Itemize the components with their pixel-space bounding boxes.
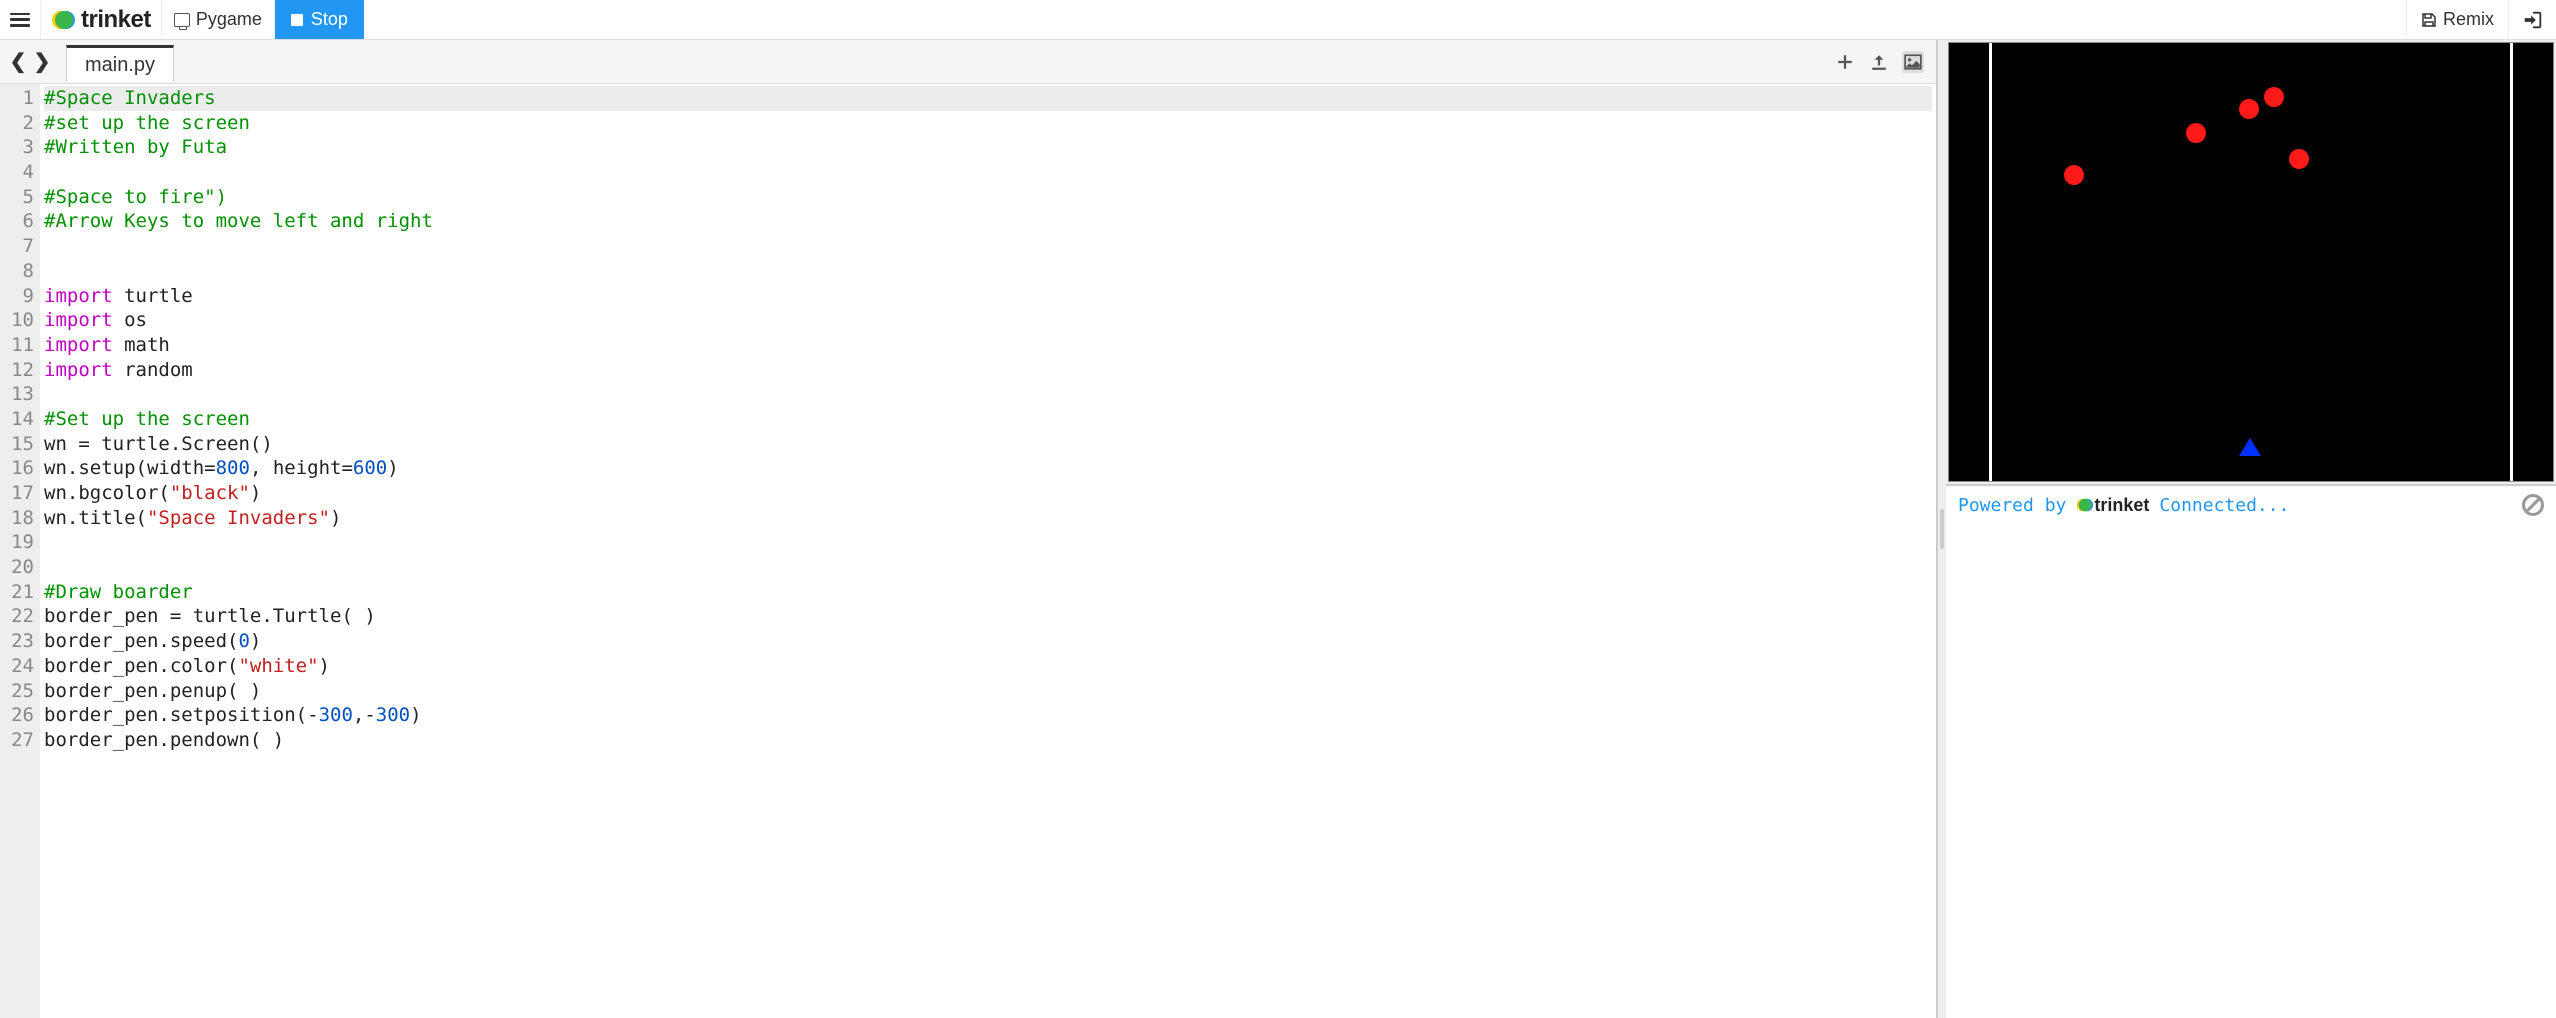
image-library-button[interactable] <box>1902 51 1924 73</box>
nav-back-button[interactable]: ❮ <box>6 50 30 74</box>
enemy <box>2064 165 2084 185</box>
code-line[interactable]: import os <box>44 308 1932 333</box>
nav-forward-button[interactable]: ❯ <box>30 50 54 74</box>
code-line[interactable]: border_pen.color("white") <box>44 654 1932 679</box>
code-line[interactable]: border_pen.penup( ) <box>44 679 1932 704</box>
code-line[interactable]: #Written by Futa <box>44 135 1932 160</box>
code-line[interactable] <box>44 530 1932 555</box>
code-line[interactable] <box>44 160 1932 185</box>
code-line[interactable]: border_pen.setposition(-300,-300) <box>44 703 1932 728</box>
code-line[interactable]: #Space to fire") <box>44 185 1932 210</box>
monitor-icon <box>174 13 190 27</box>
add-file-button[interactable] <box>1834 51 1856 73</box>
remix-label: Remix <box>2443 9 2494 30</box>
code-editor[interactable]: 1234567891011121314151617181920212223242… <box>0 84 1936 1018</box>
language-chip[interactable]: Pygame <box>162 0 275 39</box>
code-line[interactable]: import math <box>44 333 1932 358</box>
code-line[interactable] <box>44 259 1932 284</box>
trinket-swirl-icon <box>51 7 77 33</box>
code-line[interactable] <box>44 555 1932 580</box>
tab-bar: ❮ ❯ main.py <box>0 40 1936 84</box>
brand-text: trinket <box>81 6 151 34</box>
upload-button[interactable] <box>1868 51 1890 73</box>
powered-by-label: Powered by <box>1958 495 2066 516</box>
topbar: trinket Pygame Stop Remix <box>0 0 2556 40</box>
login-button[interactable] <box>2508 0 2556 40</box>
brand-logo[interactable]: trinket <box>40 0 162 39</box>
stop-icon <box>291 14 303 26</box>
pane-splitter[interactable] <box>1938 40 1946 1018</box>
editor-pane: ❮ ❯ main.py <box>0 40 1938 1018</box>
game-border-right <box>2510 43 2513 481</box>
language-label: Pygame <box>196 9 262 30</box>
stop-label: Stop <box>311 9 348 30</box>
code-line[interactable]: #set up the screen <box>44 111 1932 136</box>
tab-label: main.py <box>85 54 155 76</box>
code-line[interactable]: wn.setup(width=800, height=600) <box>44 456 1932 481</box>
login-icon <box>2522 9 2544 31</box>
save-icon <box>2421 12 2437 28</box>
code-line[interactable]: import turtle <box>44 284 1932 309</box>
code-line[interactable]: border_pen = turtle.Turtle( ) <box>44 604 1932 629</box>
code-line[interactable]: #Set up the screen <box>44 407 1932 432</box>
enemy <box>2186 123 2206 143</box>
enemy <box>2264 87 2284 107</box>
menu-button[interactable] <box>0 0 40 40</box>
stop-output-button[interactable] <box>2522 494 2544 516</box>
code-line[interactable]: border_pen.pendown( ) <box>44 728 1932 753</box>
code-line[interactable] <box>44 382 1932 407</box>
console-bar: Powered by trinket Connected... <box>1946 484 2556 524</box>
game-border-left <box>1989 43 1992 481</box>
code-line[interactable]: wn.bgcolor("black") <box>44 481 1932 506</box>
plus-icon <box>1836 53 1854 71</box>
code-line[interactable] <box>44 234 1932 259</box>
code-line[interactable]: #Draw boarder <box>44 580 1932 605</box>
hamburger-icon <box>10 13 30 27</box>
console-brand-text: trinket <box>2094 495 2149 516</box>
console-output <box>1946 524 2556 1018</box>
upload-icon <box>1870 53 1888 71</box>
connection-status: Connected... <box>2159 495 2289 516</box>
code-line[interactable]: #Arrow Keys to move left and right <box>44 209 1932 234</box>
image-icon <box>1904 53 1922 71</box>
output-pane: Powered by trinket Connected... <box>1946 40 2556 1018</box>
game-canvas[interactable] <box>1948 42 2554 482</box>
player-ship <box>2239 438 2261 456</box>
code-line[interactable]: import random <box>44 358 1932 383</box>
tab-main-py[interactable]: main.py <box>66 45 174 82</box>
code-line[interactable]: wn.title("Space Invaders") <box>44 506 1932 531</box>
remix-button[interactable]: Remix <box>2406 0 2508 39</box>
code-line[interactable]: border_pen.speed(0) <box>44 629 1932 654</box>
enemy <box>2239 99 2259 119</box>
line-gutter: 1234567891011121314151617181920212223242… <box>0 84 40 1018</box>
stop-button[interactable]: Stop <box>275 0 364 39</box>
console-brand[interactable]: trinket <box>2076 495 2149 516</box>
code-line[interactable]: #Space Invaders <box>44 86 1932 111</box>
code-line[interactable]: wn = turtle.Screen() <box>44 432 1932 457</box>
enemy <box>2289 149 2309 169</box>
trinket-swirl-icon <box>2076 496 2094 514</box>
code-area[interactable]: #Space Invaders#set up the screen#Writte… <box>40 84 1936 1018</box>
